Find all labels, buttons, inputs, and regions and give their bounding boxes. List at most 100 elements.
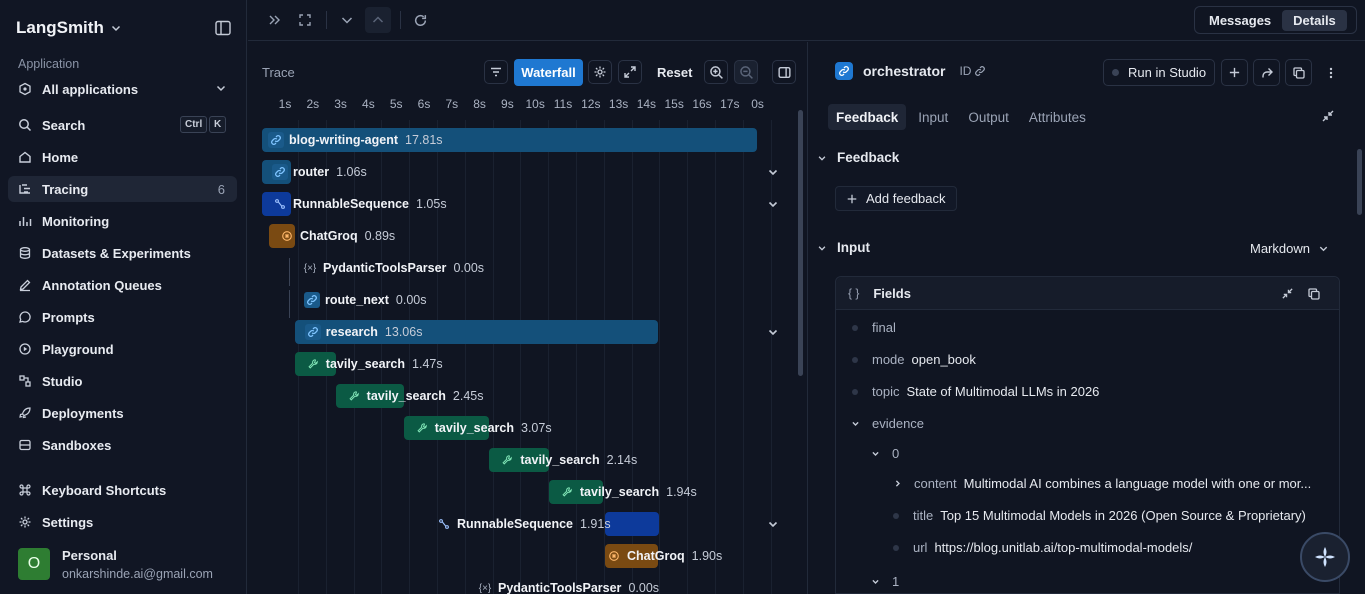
tab-attributes[interactable]: Attributes <box>1021 104 1094 130</box>
trace-row[interactable]: ChatGroq 1.90s <box>248 544 788 568</box>
copy-button[interactable] <box>1285 59 1312 86</box>
sidebar-item-prompts[interactable]: Prompts <box>8 304 237 330</box>
copy-fields-icon[interactable] <box>1307 287 1321 301</box>
field-row-content[interactable]: content Multimodal AI combines a languag… <box>893 476 1331 491</box>
next-run-icon[interactable] <box>337 10 357 30</box>
sidebar-toggle-icon[interactable] <box>214 19 232 37</box>
share-button[interactable] <box>1253 59 1280 86</box>
field-row-evidence[interactable]: evidence <box>851 416 931 431</box>
expand-button[interactable] <box>618 60 642 84</box>
expand-chevron-icon[interactable] <box>767 326 779 338</box>
waterfall-button[interactable]: Waterfall <box>514 59 583 86</box>
field-row: final <box>852 320 903 335</box>
tab-input[interactable]: Input <box>910 104 956 130</box>
expand-chevron-icon[interactable] <box>767 518 779 530</box>
run-name: tavily_search <box>520 453 600 467</box>
avatar: O <box>18 548 50 580</box>
trace-row[interactable]: {×} PydanticToolsParser 0.00s <box>248 576 788 594</box>
trace-settings-button[interactable] <box>588 60 612 84</box>
trace-row[interactable]: tavily_search 3.07s <box>248 416 788 440</box>
time-tick: 9s <box>501 97 514 111</box>
sidebar-item-deployments[interactable]: Deployments <box>8 400 237 426</box>
tab-output[interactable]: Output <box>960 104 1017 130</box>
sidebar-item-home[interactable]: Home <box>8 144 237 170</box>
collapse-panel-icon[interactable] <box>264 10 284 30</box>
field-bullet <box>852 356 858 363</box>
copy-id-button[interactable]: ID <box>959 64 986 78</box>
tab-messages[interactable]: Messages <box>1198 10 1282 31</box>
trace-row[interactable]: blog-writing-agent 17.81s <box>248 128 788 152</box>
sidebar-item-sandboxes[interactable]: Sandboxes <box>8 432 237 458</box>
sidebar-item-monitoring[interactable]: Monitoring <box>8 208 237 234</box>
sidebar-item-studio[interactable]: Studio <box>8 368 237 394</box>
field-row-index-0[interactable]: 0 <box>871 446 906 461</box>
tab-details[interactable]: Details <box>1282 9 1347 31</box>
filter-button[interactable] <box>484 60 508 84</box>
trace-row[interactable]: route_next 0.00s <box>248 288 788 312</box>
run-bar[interactable] <box>605 512 659 536</box>
run-label: ChatGroq 1.90s <box>606 548 722 564</box>
sidebar-item-keyboard-shortcuts[interactable]: Keyboard Shortcuts <box>8 477 237 503</box>
field-bullet <box>893 512 899 519</box>
trace-row[interactable]: tavily_search 1.94s <box>248 480 788 504</box>
field-row: mode open_book <box>852 352 976 367</box>
fullscreen-icon[interactable] <box>295 10 315 30</box>
input-section-toggle[interactable]: Input <box>817 240 870 255</box>
more-button[interactable] <box>1317 59 1344 86</box>
zoom-out-button[interactable] <box>734 60 758 84</box>
field-row-index-1[interactable]: 1 <box>871 574 906 589</box>
expand-chevron-icon[interactable] <box>767 198 779 210</box>
assistant-button[interactable] <box>1300 532 1350 582</box>
trace-row[interactable]: router 1.06s <box>248 160 788 184</box>
collapse-all-icon[interactable] <box>1321 109 1335 123</box>
collapse-fields-icon[interactable] <box>1281 287 1294 300</box>
format-select[interactable]: Markdown <box>1250 241 1329 256</box>
play-icon <box>19 343 31 355</box>
trace-row[interactable]: tavily_search 2.14s <box>248 448 788 472</box>
sidebar-item-datasets[interactable]: Datasets & Experiments <box>8 240 237 266</box>
time-tick: 17s <box>720 97 740 111</box>
zoom-in-button[interactable] <box>704 60 728 84</box>
trace-row[interactable]: RunnableSequence 1.91s <box>248 512 788 536</box>
trace-scrollbar[interactable] <box>798 110 803 376</box>
sidebar-item-playground[interactable]: Playground <box>8 336 237 362</box>
details-scrollbar[interactable] <box>1357 149 1362 215</box>
sidebar-item-search[interactable]: Search Ctrl K <box>8 112 237 138</box>
sidebar-item-tracing[interactable]: Tracing 6 <box>8 176 237 202</box>
feedback-section-toggle[interactable]: Feedback <box>817 150 899 165</box>
refresh-icon[interactable] <box>410 10 430 30</box>
sidebar-item-settings[interactable]: Settings <box>8 509 237 535</box>
add-button[interactable] <box>1221 59 1248 86</box>
run-in-studio-button[interactable]: Run in Studio <box>1103 59 1216 86</box>
sidebar-item-label: Settings <box>42 514 94 530</box>
tab-feedback[interactable]: Feedback <box>828 104 907 130</box>
expand-chevron-icon[interactable] <box>767 166 779 178</box>
trace-row[interactable]: RunnableSequence 1.05s <box>248 192 788 216</box>
chevron-right-icon <box>895 480 900 487</box>
home-icon <box>19 151 31 163</box>
chevron-down-icon <box>111 25 120 32</box>
application-select[interactable]: All applications <box>8 78 237 100</box>
field-bullet <box>893 544 899 551</box>
sidebar-item-annotation-queues[interactable]: Annotation Queues <box>8 272 237 298</box>
trace-row[interactable]: research 13.06s <box>248 320 788 344</box>
run-duration: 1.06s <box>336 165 367 179</box>
previous-run-icon[interactable] <box>365 7 391 33</box>
brand-switcher[interactable]: LangSmith <box>16 18 122 38</box>
run-header: orchestrator ID <box>835 62 986 80</box>
reset-button[interactable]: Reset <box>657 65 692 80</box>
feedback-section-title: Feedback <box>837 150 900 165</box>
chain-icon <box>272 164 288 180</box>
id-label: ID <box>959 64 972 78</box>
trace-row[interactable]: ChatGroq 0.89s <box>248 224 788 248</box>
field-value: open_book <box>911 352 976 367</box>
toggle-details-button[interactable] <box>772 60 796 84</box>
profile-switcher[interactable]: O Personal onkarshinde.ai@gmail.com <box>18 548 213 581</box>
trace-row[interactable]: tavily_search 2.45s <box>248 384 788 408</box>
trace-row[interactable]: tavily_search 1.47s <box>248 352 788 376</box>
trace-row[interactable]: {×} PydanticToolsParser 0.00s <box>248 256 788 280</box>
field-bullet <box>852 388 858 395</box>
run-label: tavily_search 2.45s <box>345 388 483 404</box>
tracing-icon <box>19 184 30 194</box>
add-feedback-button[interactable]: Add feedback <box>835 186 957 211</box>
